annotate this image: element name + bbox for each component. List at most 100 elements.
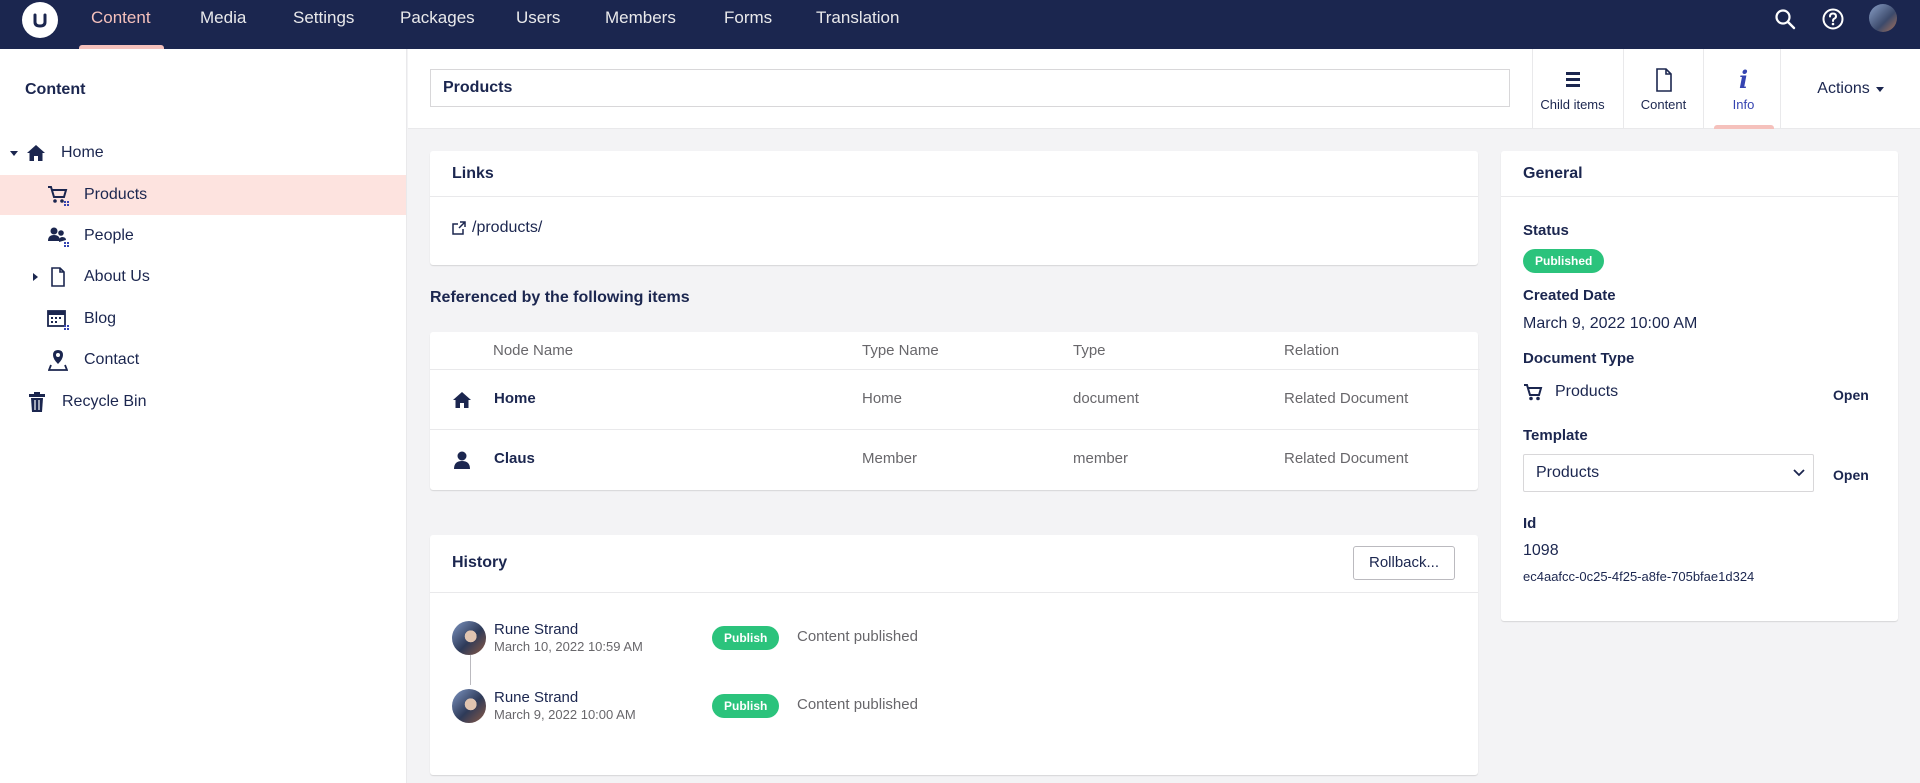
history-date: March 10, 2022 10:59 AM xyxy=(494,639,643,654)
tree-item-blog[interactable]: Blog xyxy=(0,299,406,339)
tab-content[interactable]: Content xyxy=(1623,49,1703,129)
id-value: 1098 xyxy=(1523,542,1559,559)
document-icon xyxy=(1655,67,1673,93)
history-text: Content published xyxy=(797,696,918,713)
tab-label: Child items xyxy=(1540,96,1605,112)
reference-relation: Related Document xyxy=(1284,390,1409,407)
history-panel: History Rollback... Rune Strand March 10… xyxy=(430,535,1478,775)
template-select[interactable]: Products xyxy=(1523,454,1814,492)
template-label: Template xyxy=(1523,427,1588,444)
history-text: Content published xyxy=(797,628,918,645)
references-table: Node Name Type Name Type Relation Home H… xyxy=(430,332,1480,490)
links-panel: Links /products/ xyxy=(430,151,1478,265)
status-label: Status xyxy=(1523,222,1569,239)
open-document-type-button[interactable]: Open xyxy=(1833,387,1869,403)
external-link-icon xyxy=(452,221,466,235)
people-icon xyxy=(47,225,69,247)
home-icon xyxy=(450,388,474,412)
nav-translation[interactable]: Translation xyxy=(816,0,899,49)
tree-item-recycle-bin[interactable]: Recycle Bin xyxy=(0,382,406,422)
table-row[interactable]: Claus Member member Related Document xyxy=(430,430,1480,490)
avatar xyxy=(452,621,486,655)
history-title: History xyxy=(430,535,1478,593)
tree-item-label: People xyxy=(84,227,134,244)
column-header: Node Name xyxy=(493,342,574,359)
references-title: Referenced by the following items xyxy=(430,289,690,306)
history-user: Rune Strand xyxy=(494,621,579,638)
reference-type-name: Home xyxy=(862,390,903,407)
nav-content[interactable]: Content xyxy=(91,0,151,49)
avatar xyxy=(452,689,486,723)
nav-media[interactable]: Media xyxy=(200,0,246,49)
id-label: Id xyxy=(1523,515,1537,532)
calendar-icon xyxy=(47,308,69,330)
history-date: March 9, 2022 10:00 AM xyxy=(494,707,636,722)
user-avatar[interactable] xyxy=(1869,4,1897,32)
history-user: Rune Strand xyxy=(494,689,579,706)
timeline-connector xyxy=(470,655,471,685)
tree-item-contact[interactable]: Contact xyxy=(0,340,406,380)
tab-info[interactable]: i Info xyxy=(1703,49,1783,129)
created-date-label: Created Date xyxy=(1523,287,1616,304)
nav-packages[interactable]: Packages xyxy=(400,0,475,49)
reference-type: member xyxy=(1073,450,1129,467)
reference-relation: Related Document xyxy=(1284,450,1409,467)
reference-node-name[interactable]: Claus xyxy=(494,450,535,467)
general-title: General xyxy=(1501,151,1898,197)
search-icon[interactable] xyxy=(1772,6,1798,32)
info-icon: i xyxy=(1738,65,1749,94)
cart-icon xyxy=(1523,383,1543,401)
rollback-button[interactable]: Rollback... xyxy=(1353,546,1455,580)
reference-type: document xyxy=(1073,390,1139,407)
umbraco-logo-icon[interactable] xyxy=(22,2,58,38)
node-name-input[interactable]: Products xyxy=(430,69,1510,107)
list-icon xyxy=(1565,67,1581,93)
actions-button[interactable]: Actions xyxy=(1780,49,1920,129)
tree-item-label: Contact xyxy=(84,351,140,368)
history-item: Rune Strand March 10, 2022 10:59 AM Publ… xyxy=(452,617,1452,657)
link-item[interactable]: /products/ xyxy=(452,219,542,237)
column-header: Relation xyxy=(1284,342,1340,359)
guid-value: ec4aafcc-0c25-4f25-a8fe-705bfae1d324 xyxy=(1523,569,1755,584)
tree-item-label: Products xyxy=(84,186,148,203)
nav-settings[interactable]: Settings xyxy=(293,0,354,49)
tree-item-home[interactable]: Home xyxy=(0,133,406,173)
actions-label: Actions xyxy=(1817,80,1870,97)
reference-node-name[interactable]: Home xyxy=(494,390,536,407)
tab-active-indicator xyxy=(1714,125,1774,129)
document-type-label: Document Type xyxy=(1523,350,1635,367)
content-tree-sidebar: Content Home Products People About Us Bl… xyxy=(0,49,407,783)
column-header: Type Name xyxy=(862,342,939,359)
user-icon xyxy=(450,448,474,472)
status-badge: Published xyxy=(1523,249,1605,273)
tree-item-label: About Us xyxy=(84,268,150,285)
template-value: Products xyxy=(1536,464,1600,481)
help-icon[interactable] xyxy=(1820,6,1846,32)
tree-item-people[interactable]: People xyxy=(0,216,406,256)
map-pin-icon xyxy=(47,349,69,371)
cart-icon xyxy=(47,184,69,206)
tab-label: Info xyxy=(1732,96,1755,112)
tree-item-products[interactable]: Products xyxy=(0,175,406,215)
table-row[interactable]: Home Home document Related Document xyxy=(430,370,1480,430)
document-icon xyxy=(47,266,69,288)
caret-right-icon[interactable] xyxy=(30,272,40,282)
tree-item-label: Recycle Bin xyxy=(62,393,147,410)
tree-item-about-us[interactable]: About Us xyxy=(0,257,406,297)
link-url[interactable]: /products/ xyxy=(472,219,542,237)
reference-type-name: Member xyxy=(862,450,918,467)
created-date-value: March 9, 2022 10:00 AM xyxy=(1523,315,1698,332)
general-panel: General Status Published Created Date Ma… xyxy=(1501,151,1898,621)
trash-icon xyxy=(26,391,48,413)
caret-down-icon[interactable] xyxy=(9,148,19,158)
status-badge: Publish xyxy=(712,626,780,650)
nav-forms[interactable]: Forms xyxy=(724,0,772,49)
document-type-row: Products xyxy=(1523,383,1618,401)
open-template-button[interactable]: Open xyxy=(1833,467,1869,483)
top-navigation-bar: Content Media Settings Packages Users Me… xyxy=(0,0,1920,49)
sidebar-title: Content xyxy=(25,81,86,98)
nav-members[interactable]: Members xyxy=(605,0,676,49)
nav-users[interactable]: Users xyxy=(516,0,560,49)
editor-header: Products Child items Content i Info Acti… xyxy=(408,49,1920,129)
tab-child-items[interactable]: Child items xyxy=(1532,49,1612,129)
